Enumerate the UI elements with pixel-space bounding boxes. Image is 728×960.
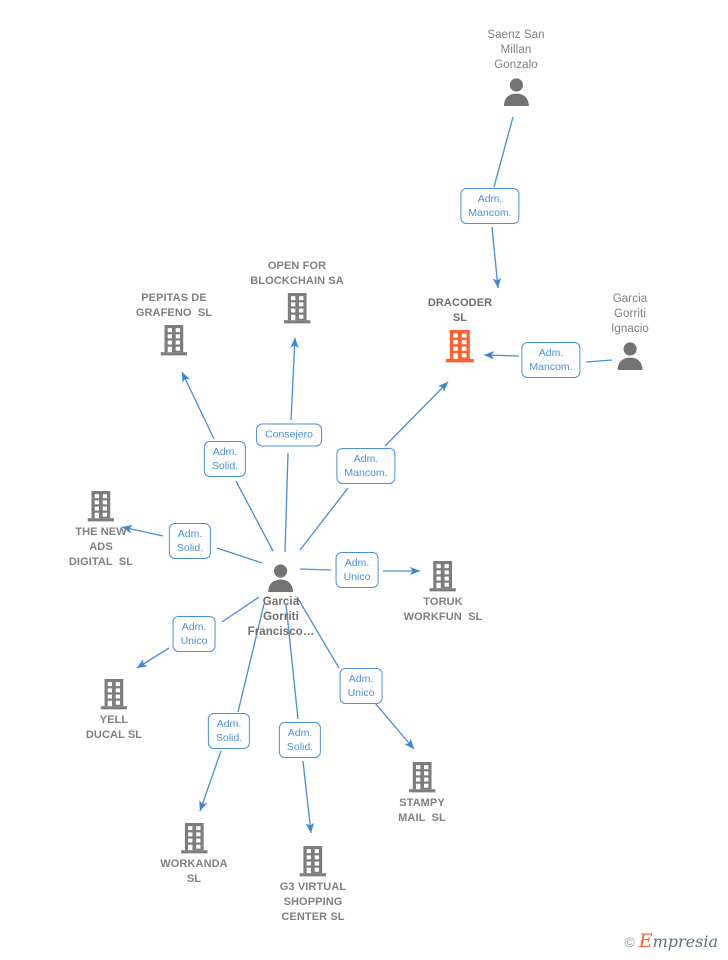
relation-label-francisco-toruk[interactable]: Adm. Unico [335,552,379,588]
edge-r1-dracoder [491,226,502,289]
building-icon [87,491,115,522]
edge-francisco-r4 [284,452,289,553]
node-label: G3 VIRTUAL SHOPPING CENTER SL [279,881,347,923]
node-open-for-blockchain-sa[interactable]: OPEN FOR BLOCKCHAIN SA [250,259,344,325]
node-pepitas-de-grafeno-sl[interactable]: PEPITAS DE GRAFENO SL [136,291,212,357]
edge-ignacio-r2 [585,359,613,363]
relation-label-francisco-yell[interactable]: Adm. Unico [172,616,216,652]
node-stampy-mail-sl[interactable]: STAMPY MAIL SL [398,760,446,826]
brand-initial: E [638,930,653,952]
building-icon [160,325,188,356]
node-workanda-sl[interactable]: WORKANDA SL [160,821,228,887]
node-label: DRACODER SL [427,297,493,324]
relation-label-francisco-g3virtual[interactable]: Adm. Solid. [278,722,322,758]
relation-label-francisco-workanda[interactable]: Adm. Solid. [207,713,251,749]
edge-r11-g3virtual [302,760,315,834]
node-label: THE NEW ADS DIGITAL SL [68,526,134,568]
relation-label-ignacio-dracoder[interactable]: Adm. Mancom. [521,342,581,378]
building-icon [180,823,208,854]
relation-label-francisco-thenewads[interactable]: Adm. Solid. [168,523,212,559]
building-icon [299,846,327,877]
copyright-icon: © [624,934,635,950]
node-label: STAMPY MAIL SL [398,797,446,824]
node-toruk-workfun-sl[interactable]: TORUK WORKFUN SL [404,559,483,625]
node-g3-virtual-shopping-center-sl[interactable]: G3 VIRTUAL SHOPPING CENTER SL [280,844,346,925]
brand-name: mpresia [652,932,718,951]
relation-label-francisco-pepitas[interactable]: Adm. Solid. [203,441,247,477]
building-icon [283,293,311,324]
node-label: OPEN FOR BLOCKCHAIN SA [250,260,344,287]
edge-r9-stampy [374,702,415,750]
node-garcia-gorriti-francisco[interactable]: Garcia Gorriti Francisco… [248,561,315,640]
node-label: TORUK WORKFUN SL [403,596,483,623]
node-label: PEPITAS DE GRAFENO SL [135,292,213,319]
edge-r10-workanda [199,750,222,812]
edge-r3-dracoder [384,381,449,447]
node-garcia-gorriti-ignacio[interactable]: Garcia Gorriti Ignacio [611,292,649,371]
node-label: YELL DUCAL SL [85,714,143,741]
edge-francisco-r3 [299,487,349,551]
building-icon-highlight [445,330,474,363]
node-label: Garcia Gorriti Francisco… [247,596,315,638]
empresia-watermark: © Empresia [624,932,718,952]
building-icon [429,561,457,592]
edge-r5-pepitas [181,371,215,440]
building-icon [408,762,436,793]
node-the-new-ads-digital-sl[interactable]: THE NEW ADS DIGITAL SL [69,489,133,570]
person-icon [268,564,294,592]
person-icon [503,78,529,106]
node-dracoder-sl[interactable]: DRACODER SL [428,296,492,364]
node-label: WORKANDA SL [160,858,228,885]
node-yell-ducal-sl[interactable]: YELL DUCAL SL [86,677,142,743]
edge-saenz-r1 [493,116,514,188]
edge-r8-yell [136,647,170,669]
relation-label-francisco-stampy[interactable]: Adm. Unico [339,668,383,704]
person-icon [617,342,643,370]
node-label: Garcia Gorriti Ignacio [611,293,649,335]
relation-label-francisco-dracoder[interactable]: Adm. Mancom. [336,448,396,484]
building-icon [100,679,128,710]
relation-label-saenz-dracoder[interactable]: Adm. Mancom. [460,188,520,224]
relation-label-francisco-openfor[interactable]: Consejero [256,423,322,447]
diagram-canvas: Saenz San Millan Gonzalo DRACODER SL Gar… [0,0,728,960]
node-saenz-san-millan-gonzalo[interactable]: Saenz San Millan Gonzalo [487,28,544,107]
edge-r4-openfor [290,337,299,421]
node-label: Saenz San Millan Gonzalo [487,29,545,71]
edge-francisco-r5 [235,480,274,552]
